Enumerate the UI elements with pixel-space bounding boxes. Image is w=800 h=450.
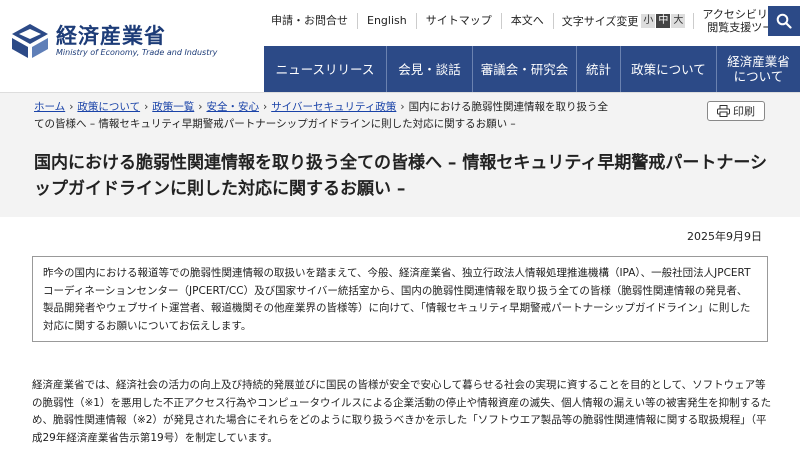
english-link[interactable]: English	[358, 13, 417, 29]
nav-policy[interactable]: 政策について	[620, 46, 716, 92]
nav-statistics[interactable]: 統計	[576, 46, 620, 92]
lead-summary-box: 昨今の国内における報道等での脆弱性関連情報の取扱いを踏まえて、今般、経済産業省、…	[32, 256, 768, 342]
text-size-control: 文字サイズ変更 小 中 大	[554, 13, 695, 29]
breadcrumb-area: ホーム › 政策について › 政策一覧 › 安全・安心 › サイバーセキュリティ政策 › 国内におけ…	[0, 92, 800, 140]
body-text: 経済産業省では、経済社会の活力の向上及び持続的発展並びに国民の皆様が安全で安心し…	[32, 379, 772, 444]
breadcrumb-separator: ›	[262, 101, 268, 113]
breadcrumb-policy[interactable]: 政策について	[77, 101, 140, 113]
publish-date: 2025年9月9日	[687, 230, 762, 243]
breadcrumb-separator: ›	[400, 101, 405, 113]
meti-logo[interactable]: 経済産業省 Ministry of Economy, Trade and Ind…	[10, 22, 217, 60]
meti-logo-icon	[12, 24, 48, 58]
breadcrumb-separator: ›	[69, 101, 74, 113]
breadcrumb-separator: ›	[144, 101, 149, 113]
breadcrumb: ホーム › 政策について › 政策一覧 › 安全・安心 › サイバーセキュリティ政策 › 国内におけ…	[34, 99, 614, 133]
skip-to-content-link[interactable]: 本文へ	[502, 13, 554, 29]
search-button[interactable]	[768, 6, 800, 36]
text-size-medium[interactable]: 中	[656, 14, 671, 28]
breadcrumb-safety[interactable]: 安全・安心	[206, 101, 259, 113]
site-header: 経済産業省 Ministry of Economy, Trade and Ind…	[0, 0, 800, 92]
contact-link[interactable]: 申請・お問合せ	[262, 13, 358, 29]
utility-nav: 申請・お問合せ English サイトマップ 本文へ 文字サイズ変更 小 中 大…	[262, 6, 797, 36]
search-icon	[776, 13, 792, 29]
title-band: 国内における脆弱性関連情報を取り扱う全ての皆様へ – 情報セキュリティ早期警戒パ…	[0, 140, 800, 217]
global-nav: ニュースリリース 会見・談話 審議会・研究会 統計 政策について 経済産業省につ…	[264, 46, 800, 92]
logo-en: Ministry of Economy, Trade and Industry	[56, 48, 218, 57]
page-title: 国内における脆弱性関連情報を取り扱う全ての皆様へ – 情報セキュリティ早期警戒パ…	[34, 153, 767, 199]
text-size-large[interactable]: 大	[671, 14, 686, 28]
print-label: 印刷	[733, 105, 755, 118]
text-size-label: 文字サイズ変更	[561, 15, 639, 28]
breadcrumb-policy-list[interactable]: 政策一覧	[152, 101, 194, 113]
nav-about-meti[interactable]: 経済産業省について	[716, 46, 800, 92]
breadcrumb-separator: ›	[198, 101, 203, 113]
breadcrumb-home[interactable]: ホーム	[34, 101, 65, 113]
sitemap-link[interactable]: サイトマップ	[417, 13, 502, 29]
print-button[interactable]: 印刷	[707, 101, 765, 121]
text-size-small[interactable]: 小	[641, 14, 656, 28]
logo-jp: 経済産業省	[56, 23, 166, 48]
breadcrumb-cybersecurity[interactable]: サイバーセキュリティ政策	[271, 101, 396, 113]
body-paragraph: 経済産業省では、経済社会の活力の向上及び持続的発展並びに国民の皆様が安全で安心し…	[32, 377, 772, 447]
lead-text: 昨今の国内における報道等での脆弱性関連情報の取扱いを踏まえて、今般、経済産業省、…	[43, 267, 751, 332]
nav-news-release[interactable]: ニュースリリース	[264, 46, 386, 92]
nav-press-conference[interactable]: 会見・談話	[386, 46, 472, 92]
nav-councils[interactable]: 審議会・研究会	[472, 46, 576, 92]
printer-icon	[717, 105, 730, 117]
